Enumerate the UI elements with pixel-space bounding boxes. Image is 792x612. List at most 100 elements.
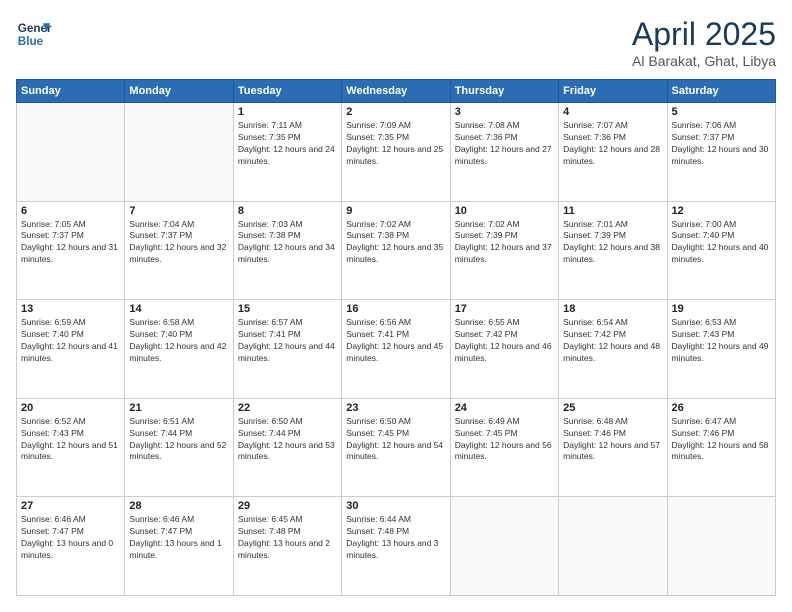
sunset-text: Sunset: 7:37 PM: [672, 132, 771, 144]
sunset-text: Sunset: 7:35 PM: [238, 132, 337, 144]
weekday-header: Sunday: [17, 80, 125, 103]
daylight-text: Daylight: 12 hours and 51 minutes.: [21, 440, 120, 464]
calendar-cell: 11 Sunrise: 7:01 AMSunset: 7:39 PMDayligh…: [559, 201, 667, 300]
sunset-text: Sunset: 7:43 PM: [21, 428, 120, 440]
sunset-text: Sunset: 7:37 PM: [129, 230, 228, 242]
sunset-text: Sunset: 7:48 PM: [346, 526, 445, 538]
calendar-cell: 22Sunrise: 6:50 AMSunset: 7:44 PMDayligh…: [233, 398, 341, 497]
daylight-text: Daylight: 12 hours and 40 minutes.: [672, 242, 771, 266]
sunrise-text: Sunrise: 6:59 AM: [21, 317, 120, 329]
calendar-cell: 23Sunrise: 6:50 AMSunset: 7:45 PMDayligh…: [342, 398, 450, 497]
daylight-text: Daylight: 12 hours and 54 minutes.: [346, 440, 445, 464]
sunrise-text: Sunrise: 7:11 AM: [238, 120, 337, 132]
day-number: 6: [21, 205, 120, 217]
daylight-text: Daylight: 12 hours and 25 minutes.: [346, 144, 445, 168]
sunrise-text: Sunrise: 7:01 AM: [563, 219, 662, 231]
calendar-cell: 16Sunrise: 6:56 AMSunset: 7:41 PMDayligh…: [342, 300, 450, 399]
sunset-text: Sunset: 7:45 PM: [455, 428, 554, 440]
sunset-text: Sunset: 7:43 PM: [672, 329, 771, 341]
weekday-header: Tuesday: [233, 80, 341, 103]
calendar-cell: 13Sunrise: 6:59 AMSunset: 7:40 PMDayligh…: [17, 300, 125, 399]
calendar-cell: [17, 103, 125, 202]
sunrise-text: Sunrise: 6:56 AM: [346, 317, 445, 329]
day-number: 10: [455, 205, 554, 217]
day-number: 25: [563, 402, 662, 414]
sunset-text: Sunset: 7:42 PM: [563, 329, 662, 341]
sunset-text: Sunset: 7:39 PM: [563, 230, 662, 242]
sunrise-text: Sunrise: 7:07 AM: [563, 120, 662, 132]
daylight-text: Daylight: 12 hours and 38 minutes.: [563, 242, 662, 266]
calendar-cell: 17Sunrise: 6:55 AMSunset: 7:42 PMDayligh…: [450, 300, 558, 399]
weekday-header: Wednesday: [342, 80, 450, 103]
calendar-cell: 2Sunrise: 7:09 AMSunset: 7:35 PMDaylight…: [342, 103, 450, 202]
daylight-text: Daylight: 12 hours and 58 minutes.: [672, 440, 771, 464]
calendar-cell: [125, 103, 233, 202]
sunrise-text: Sunrise: 6:44 AM: [346, 514, 445, 526]
sunrise-text: Sunrise: 7:06 AM: [672, 120, 771, 132]
daylight-text: Daylight: 12 hours and 48 minutes.: [563, 341, 662, 365]
day-number: 24: [455, 402, 554, 414]
daylight-text: Daylight: 12 hours and 31 minutes.: [21, 242, 120, 266]
sunset-text: Sunset: 7:42 PM: [455, 329, 554, 341]
day-number: 3: [455, 106, 554, 118]
day-number: 23: [346, 402, 445, 414]
calendar-cell: 19Sunrise: 6:53 AMSunset: 7:43 PMDayligh…: [667, 300, 775, 399]
sunrise-text: Sunrise: 6:50 AM: [238, 416, 337, 428]
day-number: 29: [238, 500, 337, 512]
calendar-cell: 25Sunrise: 6:48 AMSunset: 7:46 PMDayligh…: [559, 398, 667, 497]
sunrise-text: Sunrise: 7:05 AM: [21, 219, 120, 231]
title-block: April 2025 Al Barakat, Ghat, Libya: [632, 16, 776, 69]
day-number: 17: [455, 303, 554, 315]
daylight-text: Daylight: 13 hours and 1 minute.: [129, 538, 228, 562]
sunrise-text: Sunrise: 7:09 AM: [346, 120, 445, 132]
sunrise-text: Sunrise: 6:45 AM: [238, 514, 337, 526]
daylight-text: Daylight: 12 hours and 30 minutes.: [672, 144, 771, 168]
sunset-text: Sunset: 7:44 PM: [238, 428, 337, 440]
sunrise-text: Sunrise: 7:03 AM: [238, 219, 337, 231]
location-title: Al Barakat, Ghat, Libya: [632, 53, 776, 69]
day-number: 30: [346, 500, 445, 512]
calendar-cell: 21Sunrise: 6:51 AMSunset: 7:44 PMDayligh…: [125, 398, 233, 497]
calendar-cell: 3Sunrise: 7:08 AMSunset: 7:36 PMDaylight…: [450, 103, 558, 202]
day-number: 13: [21, 303, 120, 315]
weekday-header: Monday: [125, 80, 233, 103]
day-number: 12: [672, 205, 771, 217]
sunset-text: Sunset: 7:40 PM: [672, 230, 771, 242]
daylight-text: Daylight: 12 hours and 52 minutes.: [129, 440, 228, 464]
daylight-text: Daylight: 12 hours and 42 minutes.: [129, 341, 228, 365]
daylight-text: Daylight: 12 hours and 28 minutes.: [563, 144, 662, 168]
month-title: April 2025: [632, 16, 776, 53]
calendar-table: SundayMondayTuesdayWednesdayThursdayFrid…: [16, 79, 776, 596]
daylight-text: Daylight: 12 hours and 32 minutes.: [129, 242, 228, 266]
day-number: 11: [563, 205, 662, 217]
daylight-text: Daylight: 12 hours and 24 minutes.: [238, 144, 337, 168]
weekday-header: Friday: [559, 80, 667, 103]
day-number: 21: [129, 402, 228, 414]
sunrise-text: Sunrise: 6:52 AM: [21, 416, 120, 428]
sunrise-text: Sunrise: 6:58 AM: [129, 317, 228, 329]
day-number: 20: [21, 402, 120, 414]
calendar-cell: 24Sunrise: 6:49 AMSunset: 7:45 PMDayligh…: [450, 398, 558, 497]
calendar-cell: 9Sunrise: 7:02 AMSunset: 7:38 PMDaylight…: [342, 201, 450, 300]
day-number: 4: [563, 106, 662, 118]
daylight-text: Daylight: 12 hours and 53 minutes.: [238, 440, 337, 464]
day-number: 2: [346, 106, 445, 118]
calendar-cell: 20 Sunrise: 6:52 AMSunset: 7:43 PMDayligh…: [17, 398, 125, 497]
calendar-cell: [559, 497, 667, 596]
sunrise-text: Sunrise: 7:00 AM: [672, 219, 771, 231]
sunrise-text: Sunrise: 6:46 AM: [21, 514, 120, 526]
sunset-text: Sunset: 7:38 PM: [238, 230, 337, 242]
calendar-cell: 15Sunrise: 6:57 AMSunset: 7:41 PMDayligh…: [233, 300, 341, 399]
sunset-text: Sunset: 7:48 PM: [238, 526, 337, 538]
sunset-text: Sunset: 7:44 PM: [129, 428, 228, 440]
day-number: 7: [129, 205, 228, 217]
calendar-cell: 30Sunrise: 6:44 AMSunset: 7:48 PMDayligh…: [342, 497, 450, 596]
day-number: 1: [238, 106, 337, 118]
day-number: 8: [238, 205, 337, 217]
calendar-cell: 8Sunrise: 7:03 AMSunset: 7:38 PMDaylight…: [233, 201, 341, 300]
sunset-text: Sunset: 7:47 PM: [129, 526, 228, 538]
calendar-cell: 18Sunrise: 6:54 AMSunset: 7:42 PMDayligh…: [559, 300, 667, 399]
calendar-cell: 29Sunrise: 6:45 AMSunset: 7:48 PMDayligh…: [233, 497, 341, 596]
sunrise-text: Sunrise: 6:49 AM: [455, 416, 554, 428]
calendar-cell: [450, 497, 558, 596]
